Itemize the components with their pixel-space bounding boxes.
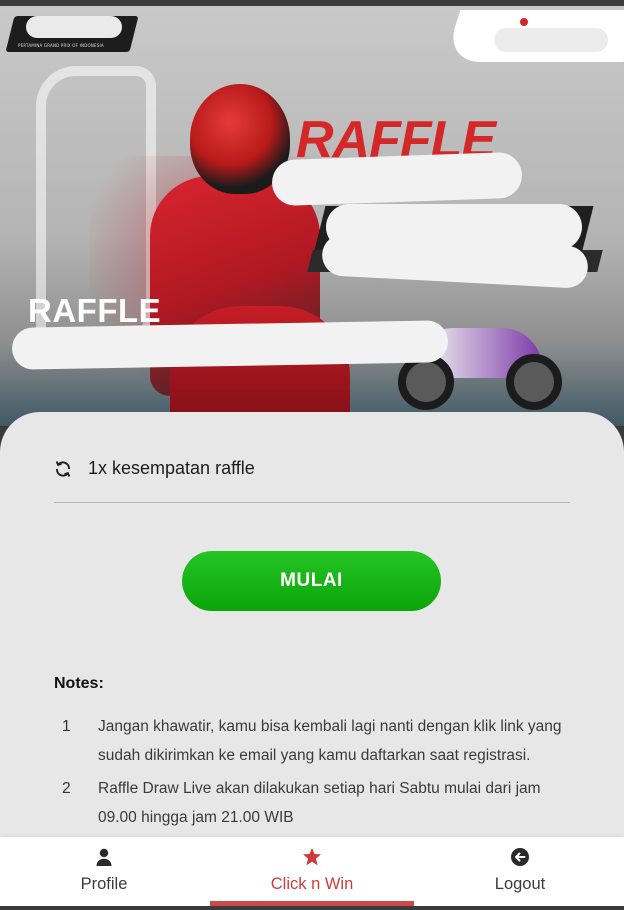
- note-text: Jangan khawatir, kamu bisa kembali lagi …: [98, 718, 562, 764]
- nav-item-profile[interactable]: Profile: [0, 837, 208, 906]
- refresh-icon: [56, 460, 70, 477]
- person-icon: [96, 848, 112, 866]
- list-item: 1 Jangan khawatir, kamu bisa kembali lag…: [54, 712, 574, 770]
- bottom-strip: [0, 906, 624, 910]
- logo-redaction: [26, 16, 122, 38]
- redaction-mark: [271, 151, 523, 207]
- arrow-left-circle-icon: [511, 848, 529, 866]
- partner-badge-redaction: [494, 28, 608, 52]
- start-raffle-button[interactable]: MULAI: [182, 551, 441, 611]
- nav-item-click-n-win[interactable]: Click n Win: [208, 837, 416, 906]
- note-number: 1: [62, 718, 71, 735]
- bottom-nav: Profile Click n Win Logout: [0, 837, 624, 906]
- star-icon: [303, 848, 321, 866]
- nav-label: Click n Win: [270, 875, 354, 893]
- hero-banner: PERTAMINA GRAND PRIX OF INDONESIA RAFFLE…: [0, 6, 624, 426]
- note-number: 2: [62, 780, 71, 797]
- notes-title: Notes:: [54, 675, 104, 692]
- note-text: Raffle Draw Live akan dilakukan setiap h…: [98, 780, 541, 826]
- raffle-chance-row: 1x kesempatan raffle: [54, 458, 255, 479]
- motorbike-wheel: [506, 354, 562, 410]
- nav-label: Profile: [80, 875, 128, 893]
- raffle-chance-text: 1x kesempatan raffle: [88, 458, 255, 478]
- divider: [54, 502, 570, 503]
- partner-badge-dot: [520, 18, 528, 26]
- logo-subtext: PERTAMINA GRAND PRIX OF INDONESIA: [18, 43, 104, 48]
- nav-label: Logout: [494, 875, 546, 893]
- raffle-card: 1x kesempatan raffle MULAI Notes: 1 Jang…: [0, 412, 624, 842]
- hero-label: RAFFLE: [28, 292, 162, 329]
- nav-item-logout[interactable]: Logout: [416, 837, 624, 906]
- redaction-mark: [11, 320, 449, 370]
- list-item: 2 Raffle Draw Live akan dilakukan setiap…: [54, 774, 574, 832]
- notes-list: 1 Jangan khawatir, kamu bisa kembali lag…: [54, 712, 574, 836]
